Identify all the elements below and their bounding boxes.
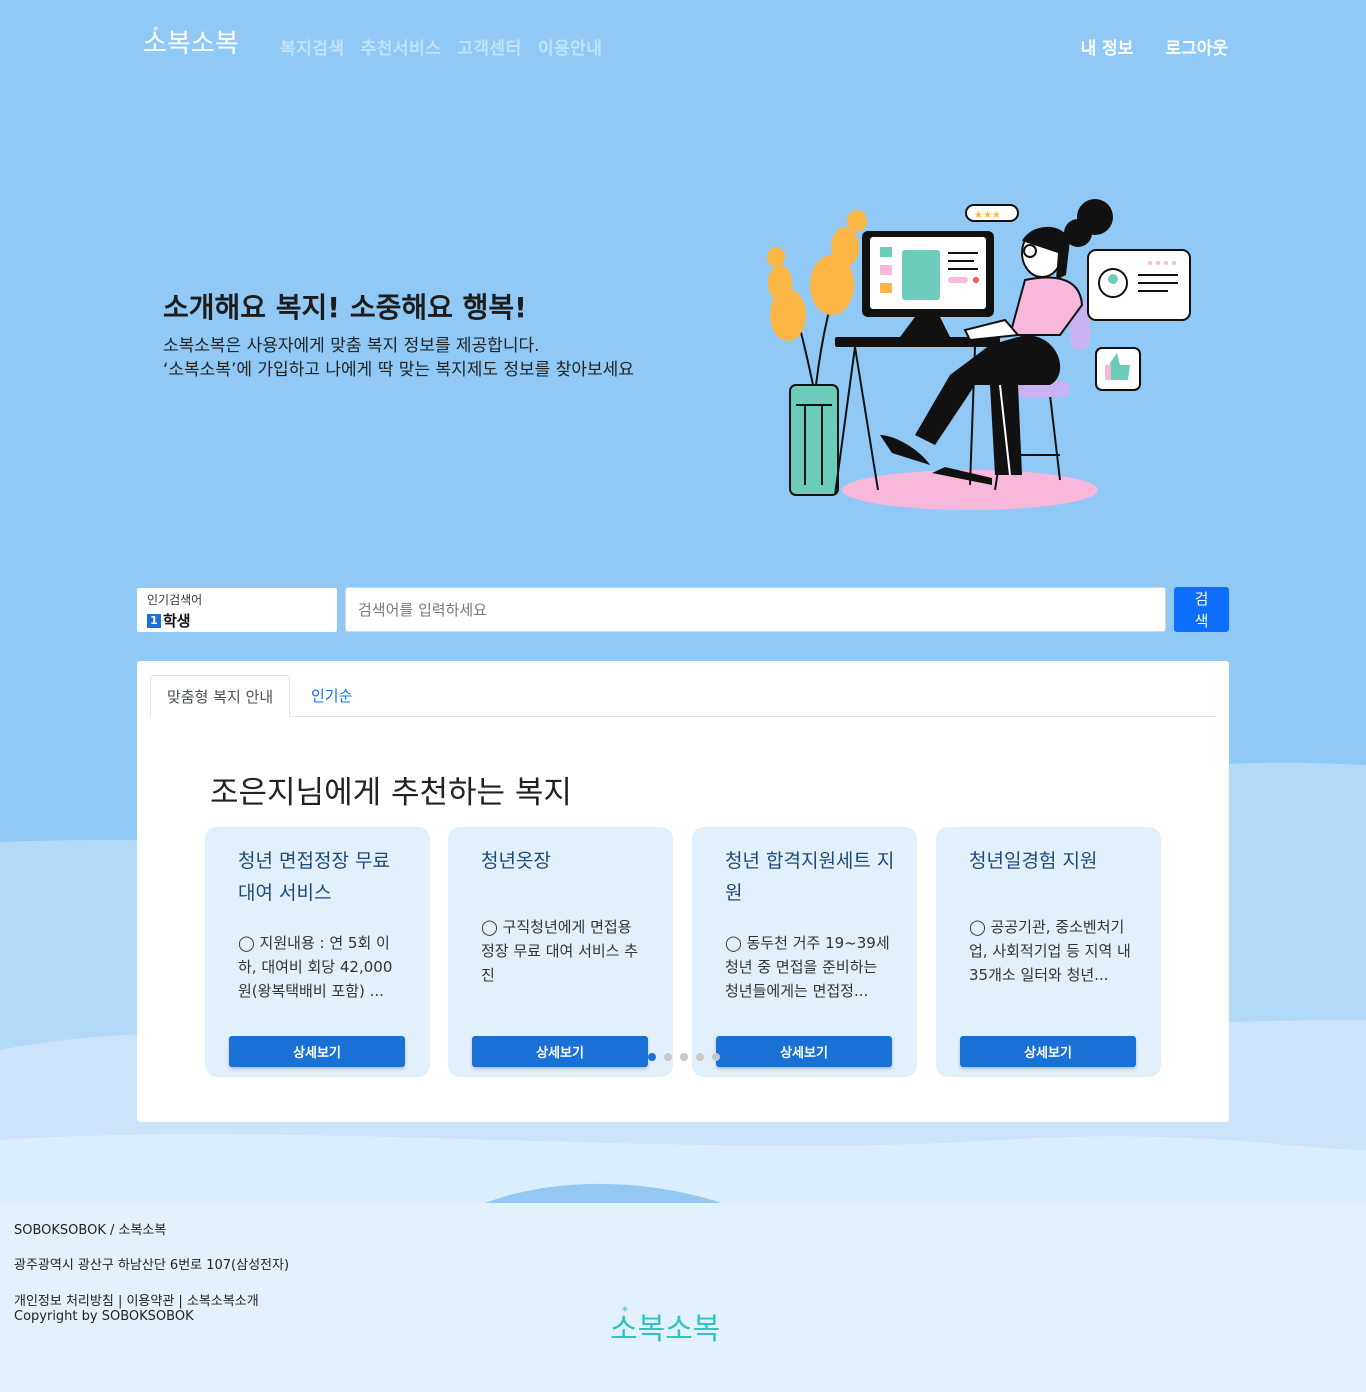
carousel-dot[interactable] bbox=[712, 1053, 720, 1061]
card-description: ◯ 동두천 거주 19~39세 청년 중 면접을 준비하는 청년들에게는 면접정… bbox=[725, 934, 890, 1000]
my-info-link[interactable]: 내 정보 bbox=[1081, 34, 1134, 59]
recommend-title: 조은지님에게 추천하는 복지 bbox=[210, 775, 572, 811]
card-carousel: 청년 면접정장 무료 대여 서비스 ◯ 지원내용 : 연 5회 이하, 대여비 … bbox=[205, 827, 1165, 1077]
card-title: 청년 합격지원세트 지원 bbox=[725, 850, 895, 904]
card-title: 청년일경험 지원 bbox=[969, 850, 1098, 872]
popular-search-item[interactable]: 1 학생 bbox=[147, 610, 327, 631]
card-title: 청년 면접정장 무료 대여 서비스 bbox=[238, 850, 390, 904]
detail-button[interactable]: 상세보기 bbox=[472, 1036, 648, 1067]
main-nav: 복지검색 추천서비스 고객센터 이용안내 bbox=[280, 34, 602, 59]
rank-badge: 1 bbox=[147, 613, 161, 628]
svg-text:★★★: ★★★ bbox=[974, 210, 1001, 221]
hero-line-1: 소복소복은 사용자에게 맞춤 복지 정보를 제공합니다. bbox=[163, 336, 540, 356]
nav-guide[interactable]: 이용안내 bbox=[538, 34, 603, 59]
carousel-dot[interactable] bbox=[664, 1053, 672, 1061]
welfare-card[interactable]: 청년 면접정장 무료 대여 서비스 ◯ 지원내용 : 연 5회 이하, 대여비 … bbox=[205, 827, 430, 1077]
card-description: ◯ 지원내용 : 연 5회 이하, 대여비 회당 42,000원(왕복택배비 포… bbox=[238, 934, 393, 1000]
carousel-dot[interactable] bbox=[648, 1053, 656, 1061]
hero-line-2: ‘소복소복’에 가입하고 나에게 딱 맞는 복지제도 정보를 찾아보세요 bbox=[163, 360, 634, 380]
footer-copyright: Copyright by SOBOKSOBOK bbox=[14, 1309, 194, 1324]
nav-recommend[interactable]: 추천서비스 bbox=[361, 34, 442, 59]
svg-text:*: * bbox=[153, 24, 159, 37]
welfare-card[interactable]: 청년일경험 지원 ◯ 공공기관, 중소벤처기업, 사회적기업 등 지역 내 35… bbox=[936, 827, 1161, 1077]
logo[interactable]: 소복소복 * bbox=[143, 22, 239, 70]
nav-welfare-search[interactable]: 복지검색 bbox=[280, 34, 345, 59]
detail-button[interactable]: 상세보기 bbox=[716, 1036, 892, 1067]
footer-links[interactable]: 개인정보 처리방침 | 이용약관 | 소복소복소개 bbox=[14, 1290, 259, 1309]
hero-subtitle: 소복소복은 사용자에게 맞춤 복지 정보를 제공합니다. ‘소복소복’에 가입하… bbox=[163, 334, 634, 382]
logout-link[interactable]: 로그아웃 bbox=[1165, 34, 1228, 59]
search-button[interactable]: 검색 bbox=[1174, 587, 1229, 632]
welfare-card[interactable]: 청년 합격지원세트 지원 ◯ 동두천 거주 19~39세 청년 중 면접을 준비… bbox=[692, 827, 917, 1077]
detail-button[interactable]: 상세보기 bbox=[960, 1036, 1136, 1067]
tab-bar: 맞춤형 복지 안내 인기순 bbox=[150, 675, 1216, 717]
popular-search-word: 학생 bbox=[163, 612, 191, 630]
popular-search-box[interactable]: 인기검색어 1 학생 bbox=[137, 588, 337, 632]
welfare-card[interactable]: 청년옷장 ◯ 구직청년에게 면접용 정장 무료 대여 서비스 추진 상세보기 bbox=[448, 827, 673, 1077]
hero-illustration: ★★★ bbox=[767, 199, 1191, 510]
nav-customer-center[interactable]: 고객센터 bbox=[457, 34, 522, 59]
popular-search-label: 인기검색어 bbox=[147, 593, 203, 607]
card-description: ◯ 공공기관, 중소벤처기업, 사회적기업 등 지역 내 35개소 일터와 청년… bbox=[969, 918, 1131, 984]
top-header: 소복소복 * 복지검색 추천서비스 고객센터 이용안내 내 정보 로그아웃 bbox=[0, 0, 1366, 92]
detail-button[interactable]: 상세보기 bbox=[229, 1036, 405, 1067]
card-title: 청년옷장 bbox=[481, 850, 551, 872]
svg-text:*: * bbox=[622, 1304, 628, 1318]
search-input[interactable] bbox=[345, 587, 1166, 632]
footer-brand: SOBOKSOBOK / 소복소복 bbox=[14, 1223, 167, 1238]
search-button-label: 검색 bbox=[1194, 589, 1209, 630]
footer-address: 광주광역시 광산구 하남산단 6번로 107(삼성전자) bbox=[14, 1258, 290, 1273]
tab-popular[interactable]: 인기순 bbox=[295, 675, 368, 717]
hero-title: 소개해요 복지! 소중해요 행복! bbox=[163, 291, 527, 324]
tab-custom-welfare[interactable]: 맞춤형 복지 안내 bbox=[150, 675, 291, 717]
user-nav: 내 정보 로그아웃 bbox=[1081, 34, 1228, 59]
carousel-dot[interactable] bbox=[680, 1053, 688, 1061]
footer: SOBOKSOBOK / 소복소복 광주광역시 광산구 하남산단 6번로 107… bbox=[0, 1203, 1366, 1392]
card-description: ◯ 구직청년에게 면접용 정장 무료 대여 서비스 추진 bbox=[481, 918, 639, 984]
footer-logo: 소복소복 * bbox=[610, 1301, 730, 1361]
carousel-dot[interactable] bbox=[696, 1053, 704, 1061]
carousel-dots bbox=[648, 1053, 720, 1061]
